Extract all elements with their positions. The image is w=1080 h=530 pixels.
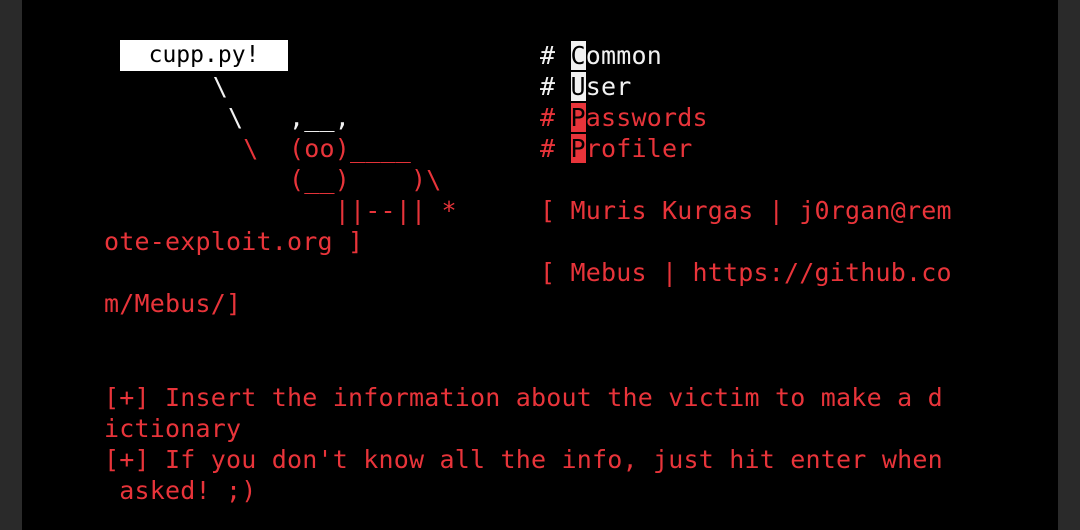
ascii-art-cow-horns: ,__, [243, 103, 351, 132]
ascii-art-line-3: \ (oo)____ [106, 134, 412, 163]
menu-item-label: ommon [585, 41, 663, 70]
menu-cursor-letter: P [570, 134, 586, 163]
menu-item-label: asswords [585, 103, 708, 132]
ascii-art-line-4: (__) )\ [106, 165, 442, 194]
credit-line-2: [ Mebus | https://github.co [540, 258, 952, 287]
menu-cursor-letter: C [570, 41, 586, 70]
credit-line-2-continued: m/Mebus/] [104, 289, 242, 318]
menu-hash: # [540, 72, 571, 101]
menu-item-common: # Common [540, 40, 662, 71]
menu-cursor-letter: P [570, 103, 586, 132]
ascii-art-slash: \ [106, 103, 244, 132]
speech-bubble: cupp.py! [120, 40, 288, 71]
ascii-art-line-2: \ ,__, [106, 102, 350, 133]
menu-cursor-letter: U [570, 72, 586, 101]
credit-line-1: [ Muris Kurgas | j0rgan@rem [540, 196, 952, 225]
menu-item-passwords: # Passwords [540, 102, 708, 133]
credit-line-1-continued: ote-exploit.org ] [104, 227, 364, 256]
message-line-3: [+] If you don't know all the info, just… [104, 445, 943, 474]
menu-hash: # [540, 103, 571, 132]
menu-hash: # [540, 41, 571, 70]
menu-item-label: ser [585, 72, 632, 101]
message-line-4: asked! ;) [104, 476, 257, 505]
menu-item-label: rofiler [585, 134, 693, 163]
menu-item-user: # User [540, 71, 632, 102]
menu-hash: # [540, 134, 571, 163]
menu-item-profiler: # Profiler [540, 133, 693, 164]
message-line-1: [+] Insert the information about the vic… [104, 383, 943, 412]
message-line-2: ictionary [104, 414, 242, 443]
ascii-art-line-5: ||--|| * [106, 196, 457, 225]
ascii-art-line-1: \ [106, 72, 229, 101]
